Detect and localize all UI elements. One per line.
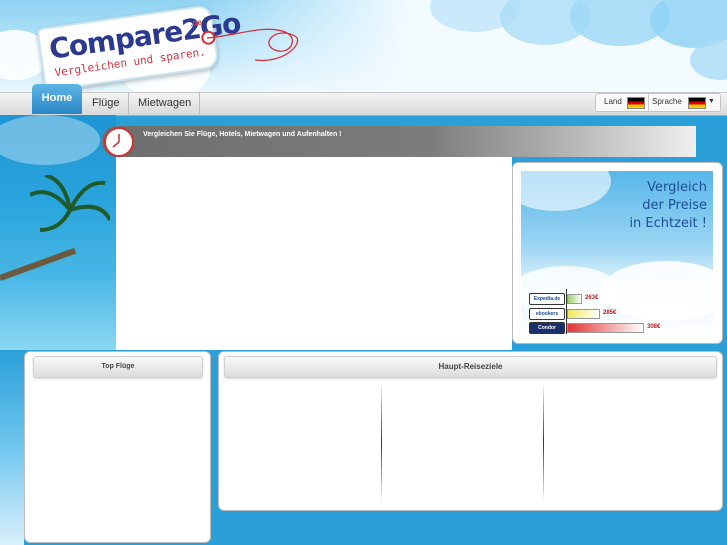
chevron-down-icon[interactable]: ▼ [708,98,715,105]
cloud-decoration [0,115,100,165]
column-divider [381,382,382,502]
header: Compare2Go .de Vergleichen und sparen. [0,0,727,92]
clock-icon [104,127,134,157]
divider [648,94,649,111]
tab-fluege[interactable]: Flüge [84,92,129,114]
logo-tld: .de [189,17,203,29]
provider-logo: Condor [529,322,565,334]
sea-decoration [0,265,116,350]
main-content-area [116,157,512,350]
provider-price: 263€ [585,295,599,301]
compare-headline-line: der Preise [642,198,707,213]
banner-text: Vergleichen Sie Flüge, Hotels, Mietwagen… [143,131,342,138]
country-flag-icon[interactable] [627,97,645,109]
main-destinations-panel: Haupt-Reiseziele [218,351,723,511]
tab-home[interactable]: Home [32,84,82,114]
top-flights-title: Top Flüge [33,356,203,378]
info-banner: Vergleichen Sie Flüge, Hotels, Mietwagen… [102,126,696,157]
compare-headline-line: in Echtzeit ! [629,216,707,231]
sidebar-beach-image [0,115,116,350]
compare-headline: Vergleich der Preise in Echtzeit ! [629,179,707,233]
price-compare-box[interactable]: Vergleich der Preise in Echtzeit ! Exped… [512,162,723,344]
compare-headline-line: Vergleich [647,180,707,195]
price-compare-image[interactable]: Vergleich der Preise in Echtzeit ! Exped… [521,171,713,334]
provider-price: 308€ [647,324,661,330]
main-destinations-title: Haupt-Reiseziele [224,356,717,378]
price-bar [567,309,600,319]
cloud-decoration [521,171,611,211]
language-flag-icon[interactable] [688,97,706,109]
column-divider [543,382,544,502]
country-label: Land [604,97,622,106]
price-bar [567,294,582,304]
price-bar [567,323,644,333]
sidebar-bottom-bg [0,350,24,545]
language-label: Sprache [652,97,682,106]
top-flights-panel: Top Flüge [24,351,211,543]
provider-logo: Expedia.de [529,293,565,305]
provider-price: 285€ [603,310,617,316]
locale-selector: Land Sprache ▼ [595,93,721,112]
tag-string-icon [206,28,299,62]
provider-logo: ebookers [529,308,565,320]
palm-leaves-icon [30,175,110,232]
tab-mietwagen[interactable]: Mietwagen [130,92,201,114]
